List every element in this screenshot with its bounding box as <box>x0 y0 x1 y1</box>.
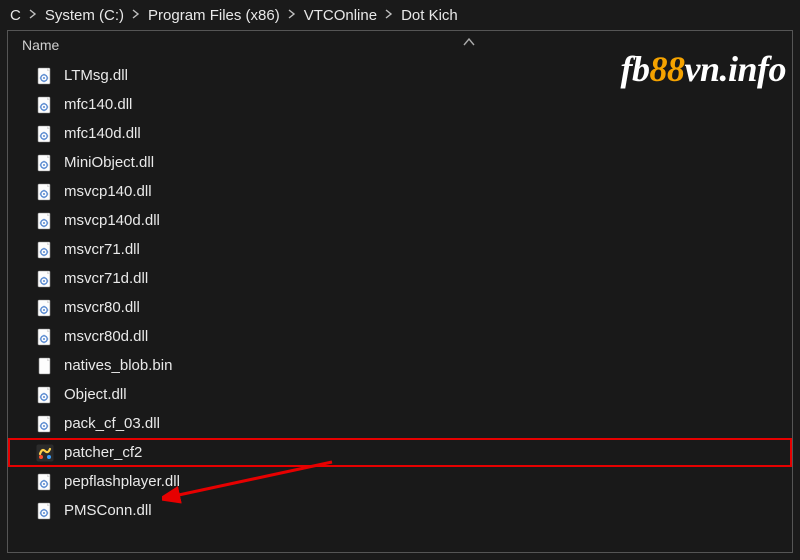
file-row[interactable]: msvcp140.dll <box>8 177 792 206</box>
dll-file-icon <box>36 96 54 114</box>
file-name-label: natives_blob.bin <box>64 357 172 374</box>
file-row[interactable]: MiniObject.dll <box>8 148 792 177</box>
file-row[interactable]: pack_cf_03.dll <box>8 409 792 438</box>
breadcrumb-item[interactable]: System (C:) <box>45 7 124 24</box>
dll-file-icon <box>36 328 54 346</box>
file-row[interactable]: msvcr80.dll <box>8 293 792 322</box>
file-row[interactable]: LTMsg.dll <box>8 61 792 90</box>
breadcrumb-item[interactable]: C <box>10 7 21 24</box>
chevron-right-icon <box>288 9 296 22</box>
dll-file-icon <box>36 154 54 172</box>
dll-file-icon <box>36 473 54 491</box>
file-name-label: LTMsg.dll <box>64 67 128 84</box>
dll-file-icon <box>36 270 54 288</box>
dll-file-icon <box>36 299 54 317</box>
file-name-label: msvcp140.dll <box>64 183 152 200</box>
file-name-label: mfc140d.dll <box>64 125 141 142</box>
file-row[interactable]: msvcr71.dll <box>8 235 792 264</box>
file-name-label: msvcr80.dll <box>64 299 140 316</box>
file-row[interactable]: msvcp140d.dll <box>8 206 792 235</box>
file-name-label: msvcr71.dll <box>64 241 140 258</box>
file-name-label: MiniObject.dll <box>64 154 154 171</box>
file-row[interactable]: msvcr80d.dll <box>8 322 792 351</box>
chevron-right-icon <box>29 9 37 22</box>
file-row[interactable]: pepflashplayer.dll <box>8 467 792 496</box>
file-row[interactable]: patcher_cf2 <box>8 438 792 467</box>
file-row[interactable]: msvcr71d.dll <box>8 264 792 293</box>
breadcrumb-item[interactable]: Dot Kich <box>401 7 458 24</box>
file-file-icon <box>36 357 54 375</box>
file-name-label: pepflashplayer.dll <box>64 473 180 490</box>
file-name-label: patcher_cf2 <box>64 444 142 461</box>
file-name-label: Object.dll <box>64 386 127 403</box>
file-name-label: mfc140.dll <box>64 96 132 113</box>
dll-file-icon <box>36 212 54 230</box>
exe-file-icon <box>36 444 54 462</box>
file-name-label: PMSConn.dll <box>64 502 152 519</box>
file-row[interactable]: mfc140.dll <box>8 90 792 119</box>
file-row[interactable]: mfc140d.dll <box>8 119 792 148</box>
sort-indicator-icon <box>463 37 475 49</box>
dll-file-icon <box>36 125 54 143</box>
breadcrumb-item[interactable]: Program Files (x86) <box>148 7 280 24</box>
file-name-label: pack_cf_03.dll <box>64 415 160 432</box>
dll-file-icon <box>36 241 54 259</box>
file-row[interactable]: PMSConn.dll <box>8 496 792 525</box>
file-row[interactable]: Object.dll <box>8 380 792 409</box>
dll-file-icon <box>36 67 54 85</box>
chevron-right-icon <box>132 9 140 22</box>
column-header-row: Name <box>8 31 792 59</box>
chevron-right-icon <box>385 9 393 22</box>
dll-file-icon <box>36 415 54 433</box>
file-row[interactable]: natives_blob.bin <box>8 351 792 380</box>
dll-file-icon <box>36 386 54 404</box>
file-name-label: msvcr80d.dll <box>64 328 148 345</box>
breadcrumb-item[interactable]: VTCOnline <box>304 7 377 24</box>
column-header-name[interactable]: Name <box>22 37 780 53</box>
file-name-label: msvcp140d.dll <box>64 212 160 229</box>
file-list-panel: Name LTMsg.dll mfc140.dll mfc140d.dll MiniO… <box>7 30 793 553</box>
breadcrumb: C System (C:) Program Files (x86) VTCOnl… <box>0 0 800 30</box>
dll-file-icon <box>36 502 54 520</box>
file-name-label: msvcr71d.dll <box>64 270 148 287</box>
dll-file-icon <box>36 183 54 201</box>
file-list: LTMsg.dll mfc140.dll mfc140d.dll MiniObject… <box>8 59 792 527</box>
